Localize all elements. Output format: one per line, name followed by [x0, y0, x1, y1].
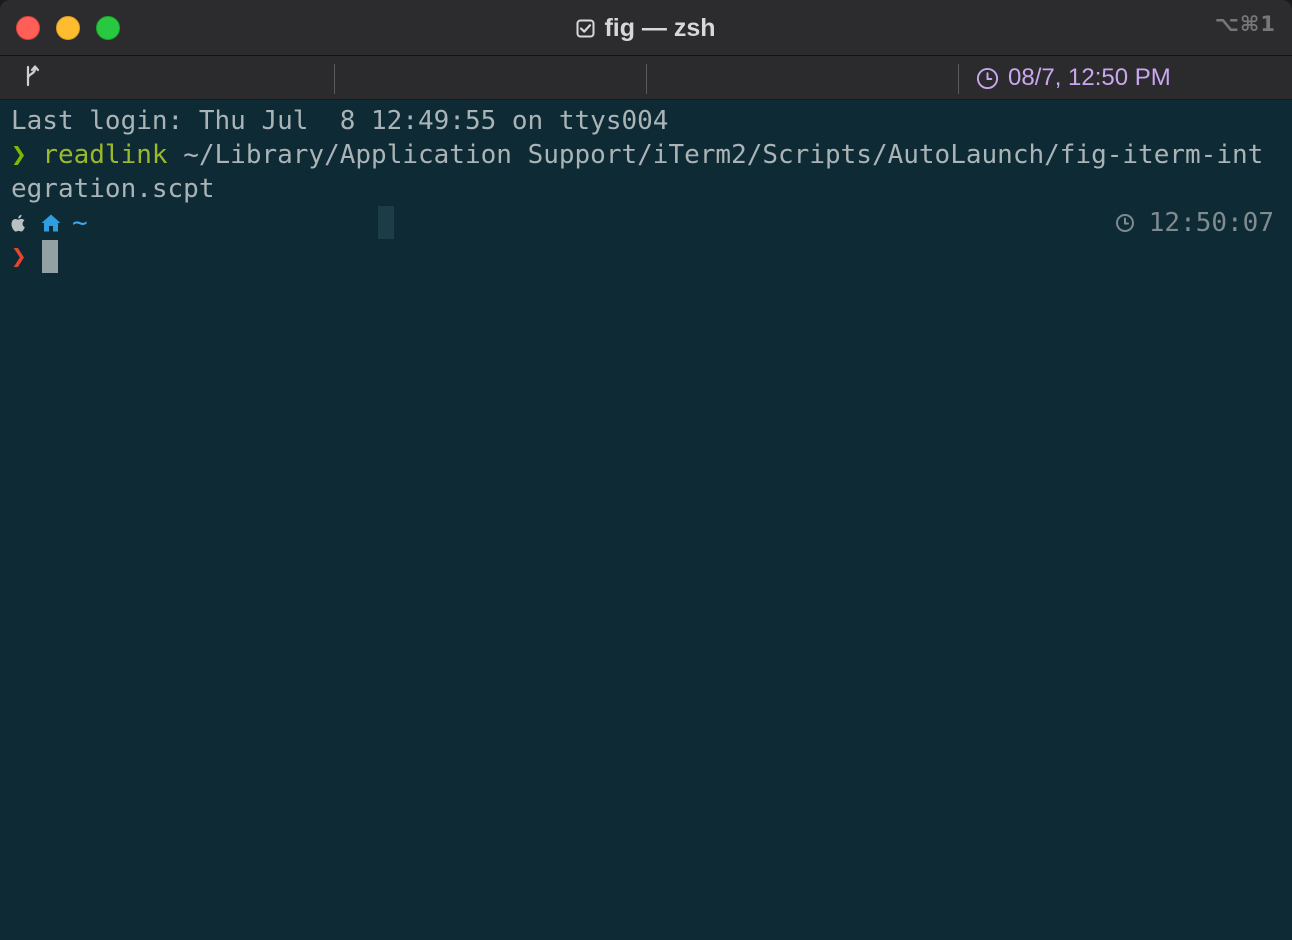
terminal-window: fig — zsh ⌥⌘1 08/7, 12:50 PM Last login:… [0, 0, 1292, 940]
right-prompt-time: 12:50:07 [1148, 208, 1274, 238]
window-shortcut: ⌥⌘1 [1214, 12, 1276, 36]
clock-icon [1115, 214, 1134, 232]
command-args: ~/Library/Application Support/iTerm2/Scr… [167, 140, 1264, 170]
right-prompt: 12:50:07 [1115, 206, 1274, 240]
git-branch-icon[interactable] [22, 64, 42, 88]
clock-icon [976, 67, 999, 89]
command-name: readlink [42, 140, 168, 170]
active-prompt-symbol: ❯ [11, 242, 27, 272]
command-line: ❯ readlink ~/Library/Application Support… [11, 138, 1263, 172]
status-divider [958, 64, 959, 94]
prompt-segment-separator [378, 206, 394, 239]
status-time-text: 08/7, 12:50 PM [1008, 64, 1171, 91]
status-divider [334, 64, 335, 94]
status-divider [646, 64, 647, 94]
command-args-wrap: egration.scpt [11, 174, 215, 204]
status-bar: 08/7, 12:50 PM [0, 56, 1292, 100]
text-cursor[interactable] [42, 240, 58, 273]
prompt-symbol: ❯ [11, 140, 27, 170]
status-time-component[interactable]: 08/7, 12:50 PM [976, 56, 1171, 100]
apple-icon [11, 214, 25, 232]
checkbox-icon [576, 19, 595, 37]
cwd-label: ~ [72, 208, 88, 238]
last-login-line: Last login: Thu Jul 8 12:49:55 on ttys00… [11, 106, 669, 136]
home-icon [41, 214, 61, 232]
title-bar[interactable]: fig — zsh ⌥⌘1 [0, 0, 1292, 56]
window-title-group: fig — zsh [0, 0, 1292, 56]
terminal-content[interactable]: Last login: Thu Jul 8 12:49:55 on ttys00… [0, 100, 1292, 940]
window-title: fig — zsh [604, 13, 716, 42]
